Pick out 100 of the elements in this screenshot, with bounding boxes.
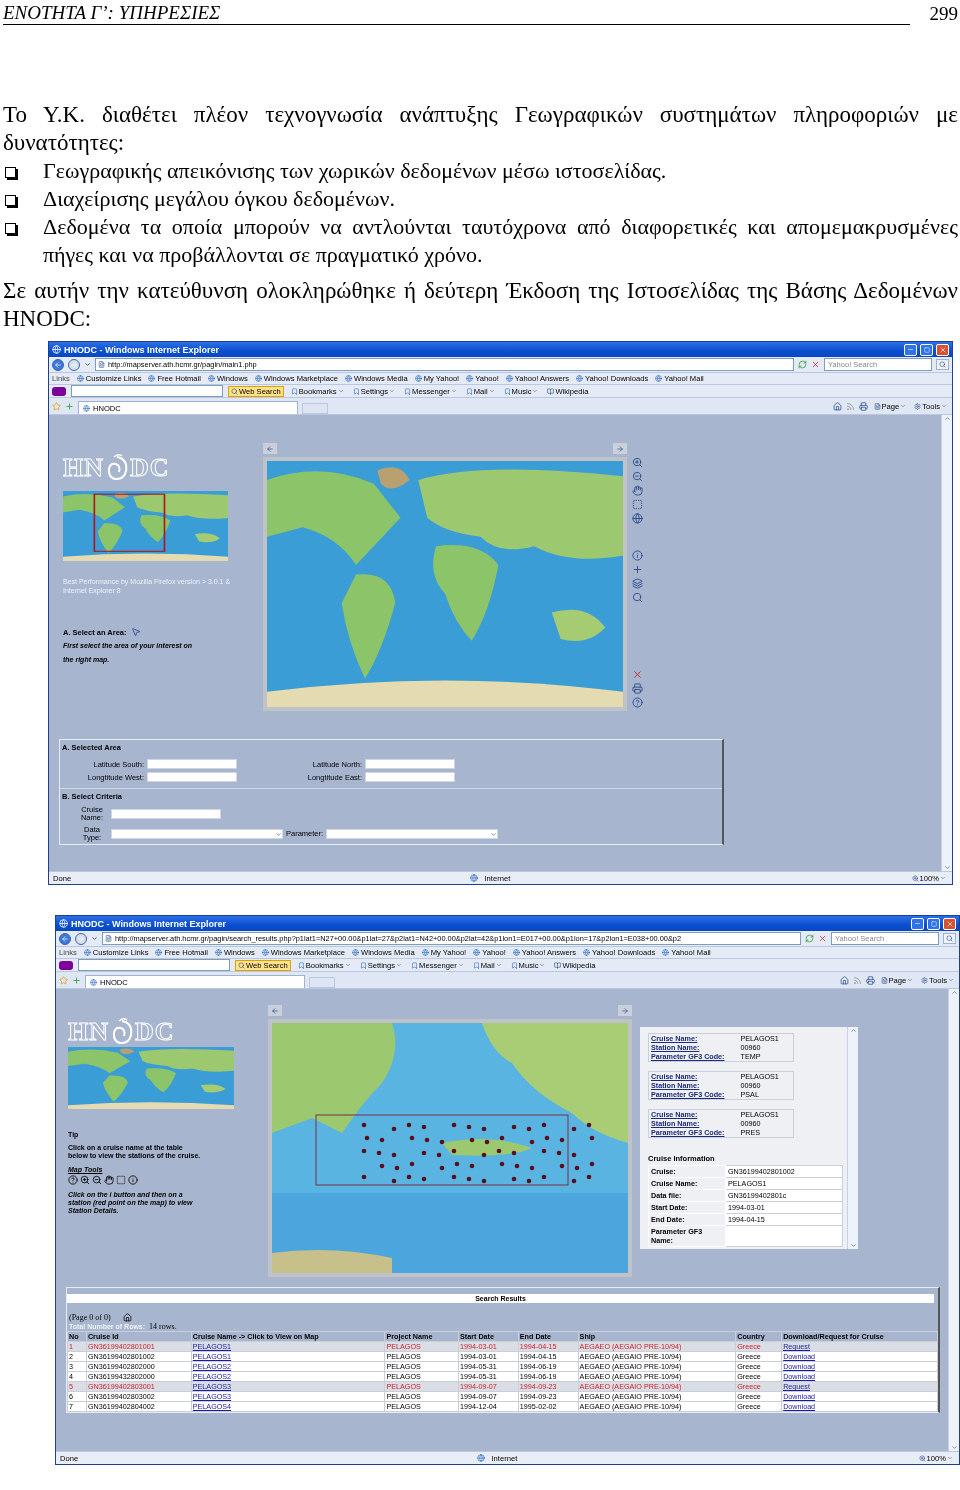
select-field[interactable] [326, 829, 499, 839]
total-count-text: 14 rows. [149, 1322, 177, 1331]
printer-icon[interactable] [865, 975, 875, 985]
new-tab-button[interactable] [302, 403, 328, 414]
zoom-out-icon[interactable] [632, 471, 643, 482]
search-button[interactable] [943, 933, 956, 944]
input-field[interactable] [365, 759, 455, 769]
bookmark-icon [290, 387, 298, 395]
globe-icon [477, 1454, 486, 1462]
bullet-text: Γεωγραφικής απεικόνισης των χωρικών δεδομένων μέσω ιστοσελίδας. [43, 157, 668, 185]
select-field[interactable] [111, 829, 283, 839]
globe-icon [207, 375, 215, 382]
refresh-icon[interactable] [805, 934, 814, 943]
selection-box-icon[interactable] [632, 499, 643, 510]
zoom-out-icon[interactable] [92, 1175, 102, 1185]
select-area-icon[interactable] [130, 627, 141, 637]
refresh-icon[interactable] [798, 360, 807, 369]
home-icon[interactable] [839, 975, 849, 985]
window-title: HNODC - Windows Internet Explorer [64, 344, 220, 355]
scroll-down-icon[interactable] [950, 1444, 958, 1451]
stop-icon[interactable] [811, 360, 820, 369]
search-button[interactable] [936, 359, 949, 370]
zoom-in-icon[interactable] [80, 1175, 90, 1185]
window-title: HNODC - Windows Internet Explorer [71, 918, 227, 929]
chevron-down-icon[interactable] [490, 830, 498, 838]
help-icon[interactable] [632, 697, 643, 708]
hand-icon[interactable] [104, 1175, 114, 1185]
caret-icon [907, 977, 914, 983]
crosshair-icon[interactable] [632, 564, 643, 575]
scroll-down-icon[interactable] [849, 1242, 857, 1249]
book-icon [547, 387, 555, 395]
star-icon[interactable] [52, 401, 61, 411]
input-field[interactable] [147, 759, 237, 769]
new-tab-button[interactable] [309, 977, 335, 988]
globe-icon[interactable] [632, 513, 643, 524]
caret-icon [941, 403, 947, 409]
caret-icon [948, 977, 954, 983]
search-icon [946, 935, 953, 942]
page-icon [880, 976, 888, 984]
vertical-scrollbar[interactable] [948, 989, 959, 1451]
globe-icon [576, 375, 584, 382]
feed-icon[interactable] [852, 975, 862, 985]
page-icon [873, 402, 881, 410]
scroll-up-icon[interactable] [849, 1027, 857, 1034]
globe-icon [655, 375, 663, 382]
vertical-scrollbar[interactable] [847, 1027, 858, 1249]
add-favorite-icon[interactable] [65, 401, 74, 411]
toolbar-search-field[interactable] [71, 385, 223, 397]
square-bullet-icon [5, 223, 16, 234]
layers-icon[interactable] [632, 578, 643, 589]
input-field[interactable] [147, 772, 237, 782]
search-icon[interactable] [632, 592, 643, 603]
printer-icon[interactable] [858, 401, 868, 411]
globe-icon [505, 375, 513, 382]
printer-icon[interactable] [632, 683, 643, 694]
vertical-scrollbar[interactable] [941, 415, 952, 871]
square-bullet-icon [5, 195, 16, 206]
hand-icon[interactable] [632, 485, 643, 496]
scroll-up-icon[interactable] [943, 415, 951, 422]
browser-logo-icon [52, 345, 61, 354]
sea-map-drawing[interactable] [272, 1023, 628, 1273]
feed-icon[interactable] [845, 401, 855, 411]
globe-icon [352, 949, 359, 956]
caret-icon [396, 962, 403, 968]
selection-box-icon[interactable] [116, 1175, 126, 1185]
gear-icon [914, 402, 922, 410]
globe-icon [83, 404, 90, 412]
world-map-drawing[interactable] [267, 461, 623, 707]
add-favorite-icon[interactable] [72, 975, 81, 985]
globe-icon [76, 375, 84, 382]
scroll-down-icon[interactable] [943, 864, 951, 871]
bookmark-icon [404, 387, 412, 395]
page-icon [98, 361, 105, 368]
chevron-down-icon[interactable] [91, 935, 98, 942]
input-field[interactable] [365, 772, 455, 782]
chevron-down-icon[interactable] [84, 361, 91, 368]
overview-map-drawing[interactable] [63, 491, 228, 561]
info-icon[interactable] [632, 550, 643, 561]
home-icon[interactable] [122, 1313, 132, 1322]
home-icon[interactable] [832, 401, 842, 411]
bookmark-icon [503, 387, 511, 395]
help-icon[interactable] [68, 1175, 78, 1185]
info-icon[interactable] [128, 1175, 138, 1185]
bookmark-icon [472, 961, 480, 969]
logo-text: HN [63, 453, 104, 483]
scroll-up-icon[interactable] [950, 989, 958, 996]
star-icon[interactable] [59, 975, 68, 985]
globe-icon [345, 375, 352, 382]
stop-icon[interactable] [818, 934, 827, 943]
zoom-in-icon[interactable] [632, 457, 643, 468]
globe-icon [83, 949, 91, 956]
globe-icon [254, 375, 262, 382]
toolbar-search-field[interactable] [78, 959, 230, 971]
bullet-text: Διαχείρισης μεγάλου όγκου δεδομένων. [43, 185, 396, 213]
overview-map-drawing[interactable] [68, 1047, 234, 1109]
close-icon[interactable] [632, 669, 643, 680]
book-icon [554, 961, 562, 969]
page-icon [105, 935, 112, 942]
input-field[interactable] [111, 809, 221, 819]
chevron-down-icon[interactable] [275, 830, 282, 838]
